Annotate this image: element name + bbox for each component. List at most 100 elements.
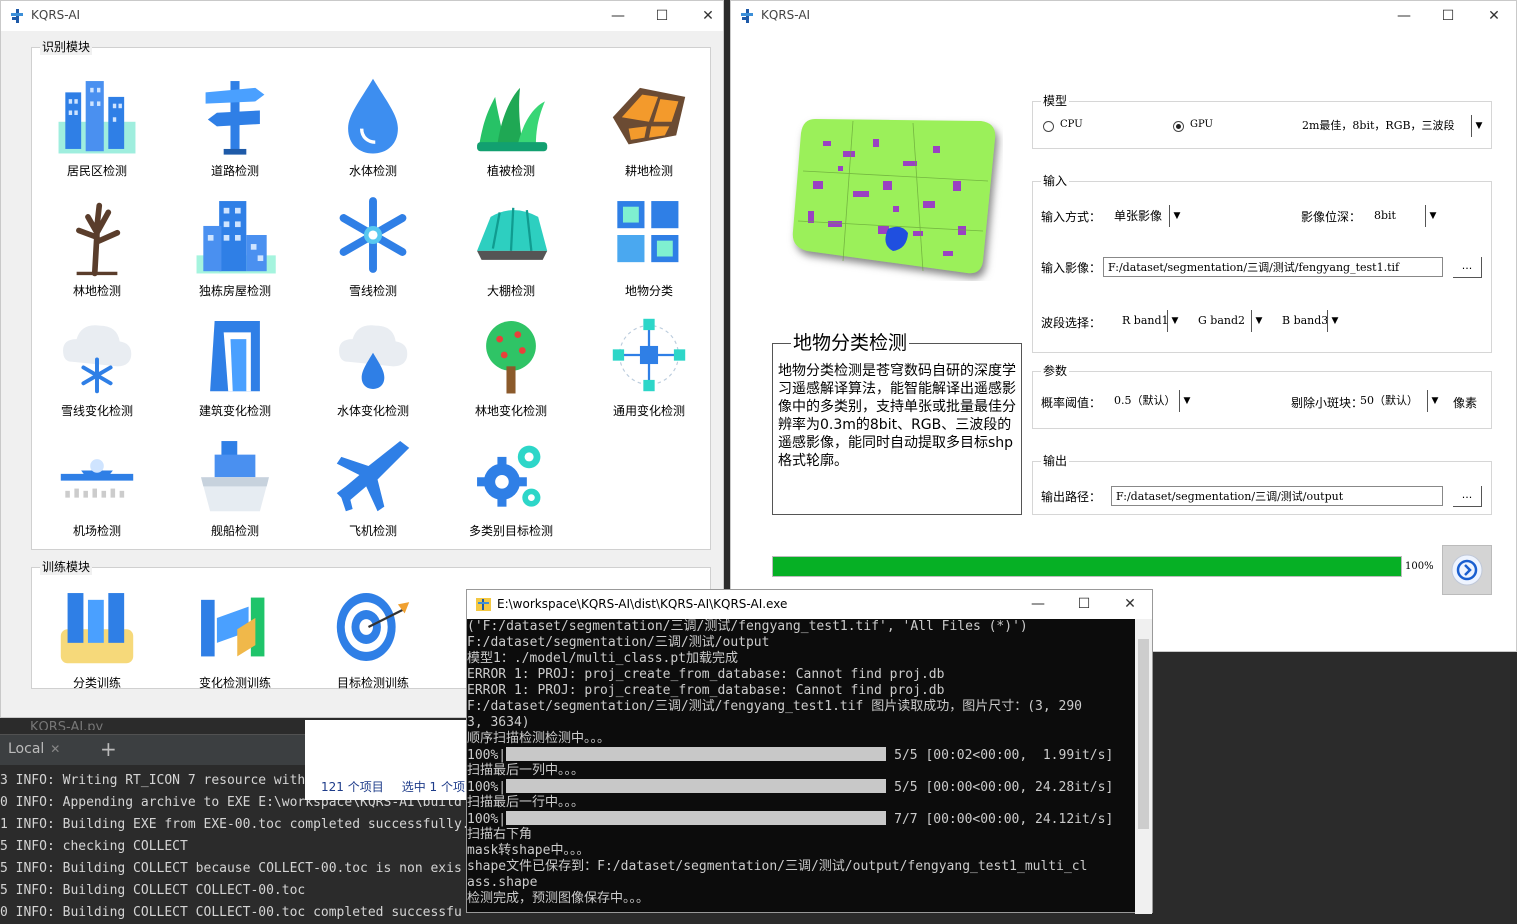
bit-depth-select[interactable]: 8bit ▼	[1369, 204, 1441, 228]
residential-icon	[58, 81, 136, 154]
tile-label: 居民区检测	[66, 164, 127, 178]
tile-gears[interactable]: 多类别目标检测	[456, 426, 566, 546]
tile-label: 变化检测训练	[198, 676, 271, 690]
gears-icon	[477, 445, 541, 507]
minimize-button[interactable]: —	[1027, 593, 1049, 615]
console-line: 模型1：./model/multi_class.pt加载完成	[467, 651, 739, 666]
tile-classification[interactable]: 分类训练	[42, 578, 152, 698]
close-button[interactable]: ✕	[1483, 5, 1505, 27]
input-group: 输入 输入方式： 单张影像 ▼ 影像位深： 8bit ▼ 输入影像： F:/da…	[1032, 173, 1492, 353]
output-path-label: 输出路径：	[1041, 490, 1102, 504]
output-path-field[interactable]: F:/dataset/segmentation/三调/测试/output	[1111, 486, 1443, 506]
tile-network[interactable]: 通用变化检测	[594, 306, 704, 426]
tile-snow-cloud[interactable]: 雪线变化检测	[42, 306, 152, 426]
tile-label: 耕地检测	[624, 164, 673, 178]
tile-label: 植被检测	[486, 164, 535, 178]
console-line: ERROR 1: PROJ: proj_create_from_database…	[467, 683, 945, 698]
tile-house[interactable]: 独栋房屋检测	[180, 186, 290, 306]
ide-ghost-title: KQRS-AI.py	[30, 720, 104, 730]
close-icon[interactable]: ✕	[50, 742, 60, 756]
model-select-value: 2m最佳，8bit，RGB，三波段	[1302, 119, 1455, 132]
tile-greenhouse[interactable]: 大棚检测	[456, 186, 566, 306]
add-tab-icon[interactable]: +	[100, 737, 117, 761]
terminal-line: 1 INFO: Building EXE from EXE-00.toc com…	[0, 817, 470, 832]
tile-residential[interactable]: 居民区检测	[42, 66, 152, 186]
ship-icon	[201, 441, 269, 512]
tile-label: 林地变化检测	[474, 404, 547, 418]
chevron-down-icon[interactable]: ▼	[1169, 205, 1184, 227]
tile-airport[interactable]: 机场检测	[42, 426, 152, 546]
model-select[interactable]: 2m最佳，8bit，RGB，三波段 ▼	[1297, 114, 1487, 138]
minimize-button[interactable]: —	[1393, 5, 1415, 27]
scrollbar-thumb[interactable]	[1138, 639, 1149, 829]
tile-label: 通用变化检测	[612, 404, 685, 418]
run-button[interactable]	[1442, 545, 1492, 595]
tile-grid[interactable]: 地物分类	[594, 186, 704, 306]
terminal-line: 5 INFO: Building COLLECT COLLECT-00.toc	[0, 883, 306, 898]
console-line: F:/dataset/segmentation/三调/测试/fengyang_t…	[467, 699, 1082, 714]
gpu-radio[interactable]	[1173, 121, 1184, 132]
threshold-select[interactable]: 0.5（默认） ▼	[1109, 389, 1195, 413]
chevron-down-icon[interactable]: ▼	[1471, 115, 1486, 137]
chevron-down-icon[interactable]: ▼	[1425, 205, 1440, 227]
tile-label: 水体变化检测	[336, 404, 409, 418]
close-button[interactable]: ✕	[1119, 593, 1141, 615]
maximize-button[interactable]: ☐	[1437, 5, 1459, 27]
chevron-down-icon[interactable]: ▼	[1251, 310, 1266, 332]
tile-grass[interactable]: 植被检测	[456, 66, 566, 186]
tile-label: 建筑变化检测	[198, 404, 271, 418]
maximize-button[interactable]: ☐	[1073, 593, 1095, 615]
terminal-tab-label: Local	[8, 741, 45, 757]
bit-depth-label: 影像位深：	[1301, 210, 1362, 224]
band-b-select[interactable]: B band3 ▼	[1277, 309, 1343, 333]
snow-cloud-icon	[63, 325, 132, 394]
tile-fruit-tree[interactable]: 林地变化检测	[456, 306, 566, 426]
tile-snowflake[interactable]: 雪线检测	[318, 186, 428, 306]
house-icon	[196, 201, 276, 274]
console-scrollbar[interactable]	[1135, 619, 1152, 914]
bit-depth-value: 8bit	[1374, 209, 1396, 222]
description-title: 地物分类检测	[791, 332, 910, 354]
progress-suffix: 5/5 [00:00<00:00, 24.28it/s]	[894, 780, 1114, 795]
tile-label: 大棚检测	[486, 284, 535, 298]
min-patch-select[interactable]: 50（默认） ▼	[1355, 389, 1443, 413]
chevron-down-icon[interactable]: ▼	[1327, 310, 1342, 332]
input-image-path-field[interactable]: F:/dataset/segmentation/三调/测试/fengyang_t…	[1103, 257, 1443, 277]
tile-change[interactable]: 变化检测训练	[180, 578, 290, 698]
chevron-down-icon[interactable]: ▼	[1179, 390, 1194, 412]
tile-tree[interactable]: 林地检测	[42, 186, 152, 306]
band-g-select[interactable]: G band2 ▼	[1193, 309, 1267, 333]
browse-output-button[interactable]: ...	[1453, 486, 1482, 507]
tile-road-sign[interactable]: 道路检测	[180, 66, 290, 186]
tile-airplane[interactable]: 飞机检测	[318, 426, 428, 546]
browse-image-button[interactable]: ...	[1453, 257, 1482, 278]
progress-prefix: 100%|	[467, 780, 507, 795]
console-line: 顺序扫描检测检测中。。。	[467, 731, 611, 746]
grass-icon	[477, 87, 548, 152]
tile-rain-cloud[interactable]: 水体变化检测	[318, 306, 428, 426]
cpu-radio[interactable]	[1043, 121, 1054, 132]
progress-suffix: 5/5 [00:02<00:00, 1.99it/s]	[894, 748, 1114, 763]
tile-water-drop[interactable]: 水体检测	[318, 66, 428, 186]
maximize-button[interactable]: ☐	[651, 5, 673, 27]
terminal-line: 5 INFO: Building COLLECT because COLLECT…	[0, 861, 462, 876]
minimize-button[interactable]: —	[607, 5, 629, 27]
window-titlebar: KQRS-AI — ☐ ✕	[1, 1, 723, 31]
close-button[interactable]: ✕	[697, 5, 719, 27]
band-r-select[interactable]: R band1 ▼	[1117, 309, 1183, 333]
progress-fill	[773, 557, 1401, 576]
tile-building[interactable]: 建筑变化检测	[180, 306, 290, 426]
console-line: ERROR 1: PROJ: proj_create_from_database…	[467, 667, 945, 682]
tile-ship[interactable]: 舰船检测	[180, 426, 290, 546]
input-mode-select[interactable]: 单张影像 ▼	[1109, 204, 1185, 228]
chevron-down-icon[interactable]: ▼	[1167, 310, 1182, 332]
chevron-down-icon[interactable]: ▼	[1427, 390, 1442, 412]
console-output: ('F:/dataset/segmentation/三调/测试/fengyang…	[467, 619, 1135, 914]
items-count: 121 个项目	[321, 780, 384, 794]
tile-farmland[interactable]: 耕地检测	[594, 66, 704, 186]
window-title: KQRS-AI	[761, 8, 811, 22]
progress-prefix: 100%|	[467, 812, 507, 827]
tile-target[interactable]: 目标检测训练	[318, 578, 428, 698]
terminal-tab-local[interactable]: Local ✕	[8, 741, 60, 757]
group-title: 模型	[1041, 93, 1070, 109]
